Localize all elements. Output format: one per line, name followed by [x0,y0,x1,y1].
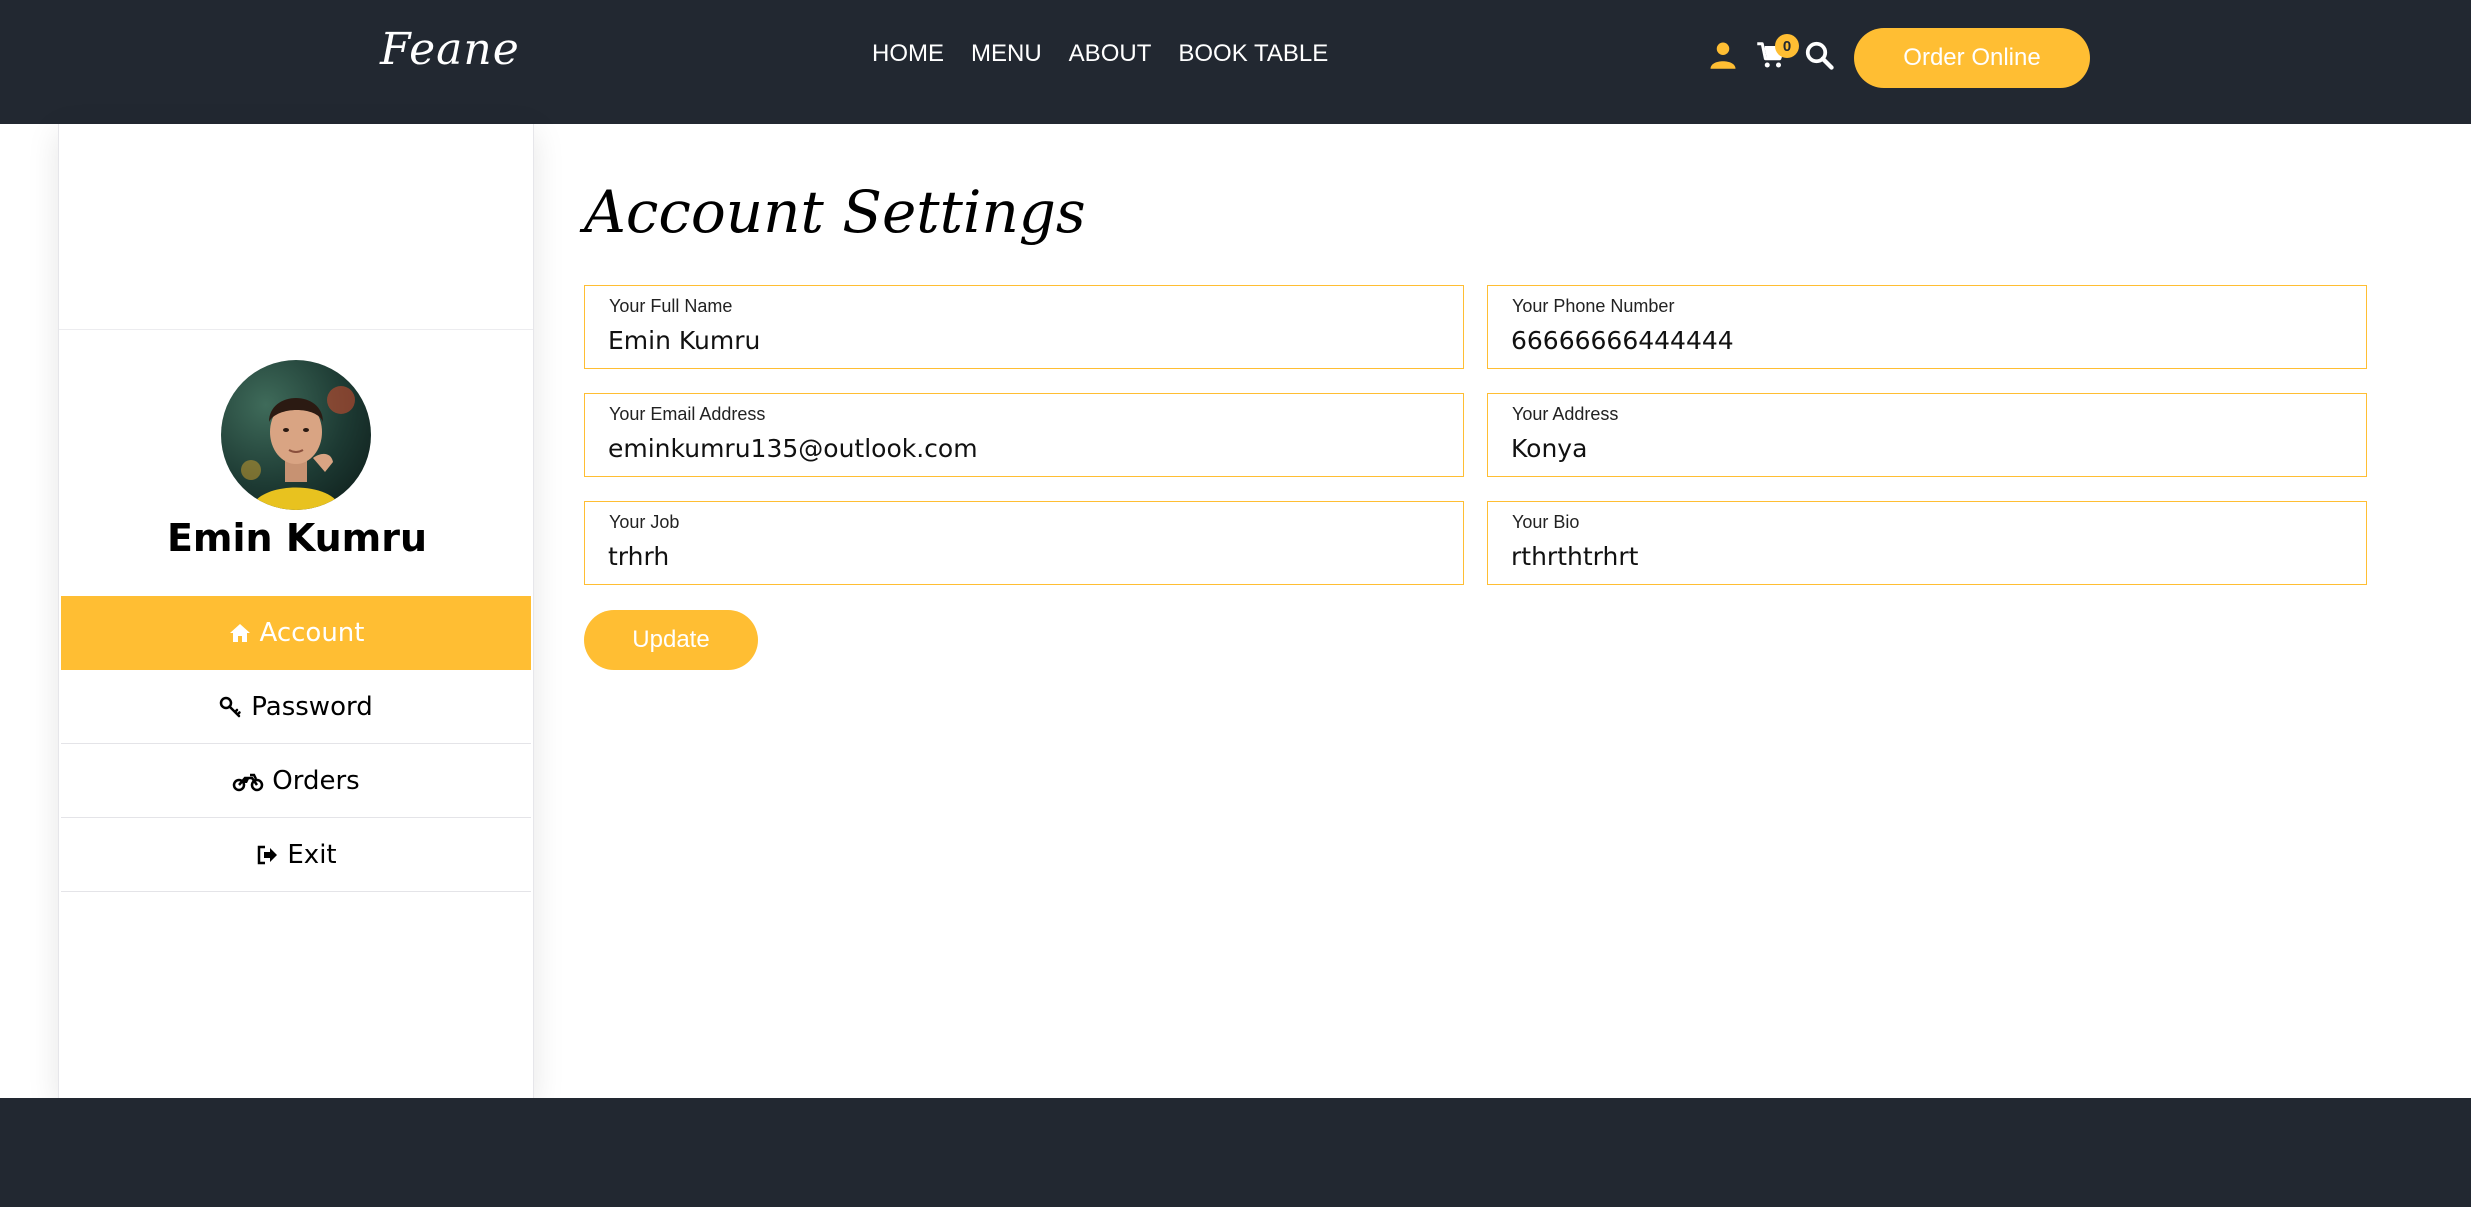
brand-logo[interactable]: Feane [380,24,520,75]
bio-input[interactable] [1511,538,2341,574]
page-title: Account Settings [584,178,1086,246]
sidebar-item-password[interactable]: Password [61,670,531,744]
phone-input[interactable] [1511,322,2341,358]
full-name-label: Your Full Name [609,296,733,316]
sidebar-item-label: Orders [272,765,360,796]
key-icon [220,696,242,717]
email-field[interactable]: Your Email Address [584,393,1464,477]
nav-menu[interactable]: MENU [971,40,1042,68]
full-name-input[interactable] [608,322,1438,358]
phone-label: Your Phone Number [1512,296,1675,316]
nav-about[interactable]: ABOUT [1069,40,1152,68]
job-input[interactable] [608,538,1438,574]
cart-count-badge: 0 [1775,34,1799,58]
address-label: Your Address [1512,404,1619,424]
sidebar-item-label: Password [251,691,373,722]
address-input[interactable] [1511,430,2341,466]
sidebar-item-label: Exit [287,839,337,870]
footer [0,1098,2471,1207]
sidebar-item-account[interactable]: Account [61,596,531,670]
profile-name: Emin Kumru [166,516,428,560]
update-button[interactable]: Update [584,610,758,670]
search-icon[interactable] [1804,40,1834,70]
job-field[interactable]: Your Job [584,501,1464,585]
sidebar-item-orders[interactable]: Orders [61,744,531,818]
user-icon[interactable] [1708,40,1738,70]
main-nav: HOME MENU ABOUT BOOK TABLE [872,40,1328,68]
sidebar-item-exit[interactable]: Exit [61,818,531,892]
top-navbar: Feane HOME MENU ABOUT BOOK TABLE 0 Order… [0,0,2471,124]
email-input[interactable] [608,430,1438,466]
email-label: Your Email Address [609,404,766,424]
home-icon [229,624,250,642]
nav-book-table[interactable]: BOOK TABLE [1178,40,1328,68]
address-field[interactable]: Your Address [1487,393,2367,477]
account-menu: Account Password Orders Exit [61,596,531,892]
bio-label: Your Bio [1512,512,1580,532]
sidebar-header-space [59,124,533,330]
order-online-button[interactable]: Order Online [1854,28,2090,88]
job-label: Your Job [609,512,680,532]
phone-field[interactable]: Your Phone Number [1487,285,2367,369]
sidebar-item-label: Account [259,618,365,648]
full-name-field[interactable]: Your Full Name [584,285,1464,369]
motorcycle-icon [233,773,264,791]
nav-home[interactable]: HOME [872,40,944,68]
account-sidebar: Emin Kumru Account Password Orders Exit [58,124,534,1098]
avatar [221,360,371,510]
sign-out-icon [258,845,278,864]
bio-field[interactable]: Your Bio [1487,501,2367,585]
